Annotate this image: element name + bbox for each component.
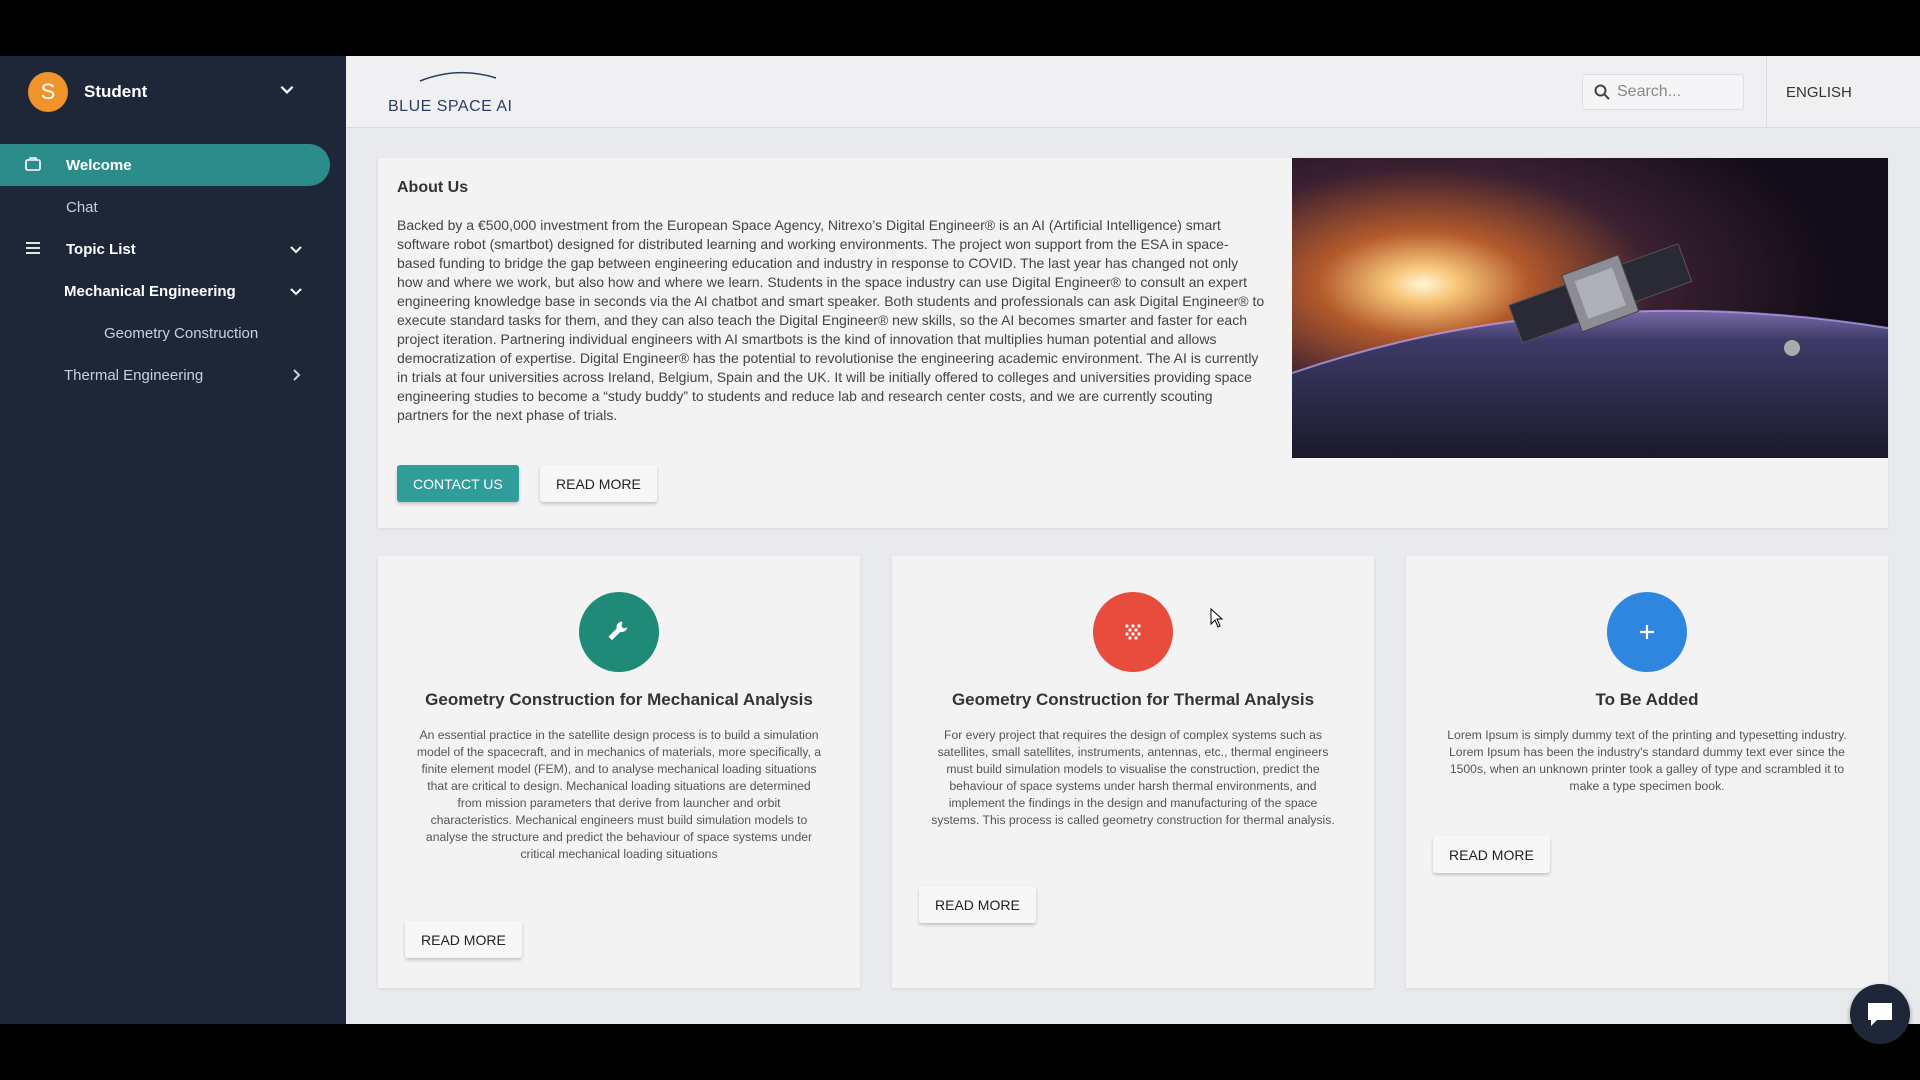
wrench-icon: [579, 592, 659, 672]
satellite-earth-image: [1292, 158, 1888, 458]
card-mechanical: Geometry Construction for Mechanical Ana…: [378, 556, 860, 988]
card-title: Geometry Construction for Thermal Analys…: [951, 690, 1315, 709]
chevron-down-icon: [290, 288, 302, 296]
sidebar-item-thermal-engineering[interactable]: Thermal Engineering: [0, 354, 346, 396]
about-section: About Us Backed by a €500,000 investment…: [378, 158, 1888, 528]
chevron-right-icon: [293, 369, 301, 381]
logo-arc-icon: [419, 71, 497, 82]
briefcase-icon: [25, 157, 41, 171]
chat-launcher-button[interactable]: [1850, 984, 1910, 1044]
sidebar-item-label: Welcome: [66, 156, 132, 174]
sidebar-item-geometry-construction[interactable]: Geometry Construction: [0, 312, 346, 354]
grain-icon: [1093, 592, 1173, 672]
chevron-down-icon[interactable]: [278, 80, 296, 98]
sidebar-item-chat[interactable]: Chat: [0, 186, 346, 228]
about-title: About Us: [397, 179, 469, 196]
logo[interactable]: BLUE SPACE AI: [388, 70, 518, 116]
user-menu[interactable]: S Student: [0, 56, 346, 128]
mouse-cursor-icon: [1210, 608, 1224, 628]
search-icon: [1594, 84, 1610, 100]
card-title: Geometry Construction for Mechanical Ana…: [425, 690, 813, 709]
read-more-button[interactable]: READ MORE: [1433, 836, 1550, 873]
search-box[interactable]: [1582, 74, 1744, 110]
card-body: An essential practice in the satellite d…: [416, 728, 822, 861]
sidebar-item-topic-list[interactable]: Topic List: [0, 228, 346, 270]
sidebar-item-label: Geometry Construction: [104, 324, 259, 342]
read-more-button[interactable]: READ MORE: [919, 886, 1036, 923]
chevron-down-icon: [290, 246, 302, 254]
main-content: BLUE SPACE AI ENGLISH About Us Backed by…: [346, 56, 1920, 1024]
language-selector[interactable]: ENGLISH: [1786, 84, 1852, 101]
card-body: For every project that requires the desi…: [931, 728, 1335, 827]
app-window: S Student Welcome Chat Topic List Mechan…: [0, 56, 1920, 1044]
read-more-button[interactable]: READ MORE: [405, 921, 522, 958]
avatar: S: [28, 72, 68, 112]
sidebar-item-label: Topic List: [66, 240, 136, 258]
card-title: To Be Added: [1595, 690, 1699, 709]
user-name: Student: [84, 82, 148, 101]
chat-bubble-icon: [1868, 1003, 1892, 1026]
sidebar-nav: Welcome Chat Topic List Mechanical Engin…: [0, 144, 346, 396]
logo-text: BLUE SPACE AI: [388, 98, 513, 115]
top-bar: BLUE SPACE AI ENGLISH: [346, 56, 1920, 128]
divider: [1766, 56, 1767, 128]
read-more-button[interactable]: READ MORE: [540, 465, 657, 502]
sidebar-item-welcome[interactable]: Welcome: [0, 144, 330, 186]
sidebar-item-mechanical-engineering[interactable]: Mechanical Engineering: [0, 270, 346, 312]
contact-us-button[interactable]: CONTACT US: [397, 465, 519, 502]
card-body: Lorem Ipsum is simply dummy text of the …: [1447, 728, 1847, 793]
search-input[interactable]: [1617, 83, 1737, 101]
sidebar-item-label: Thermal Engineering: [64, 366, 204, 384]
plus-icon: [1607, 592, 1687, 672]
sidebar: S Student Welcome Chat Topic List Mechan…: [0, 56, 346, 1024]
sidebar-item-label: Mechanical Engineering: [64, 282, 236, 300]
card-to-be-added: To Be Added Lorem Ipsum is simply dummy …: [1406, 556, 1888, 988]
about-body: Backed by a €500,000 investment from the…: [397, 217, 1265, 423]
sidebar-item-label: Chat: [66, 198, 98, 216]
menu-icon: [26, 242, 40, 254]
card-thermal: Geometry Construction for Thermal Analys…: [892, 556, 1374, 988]
